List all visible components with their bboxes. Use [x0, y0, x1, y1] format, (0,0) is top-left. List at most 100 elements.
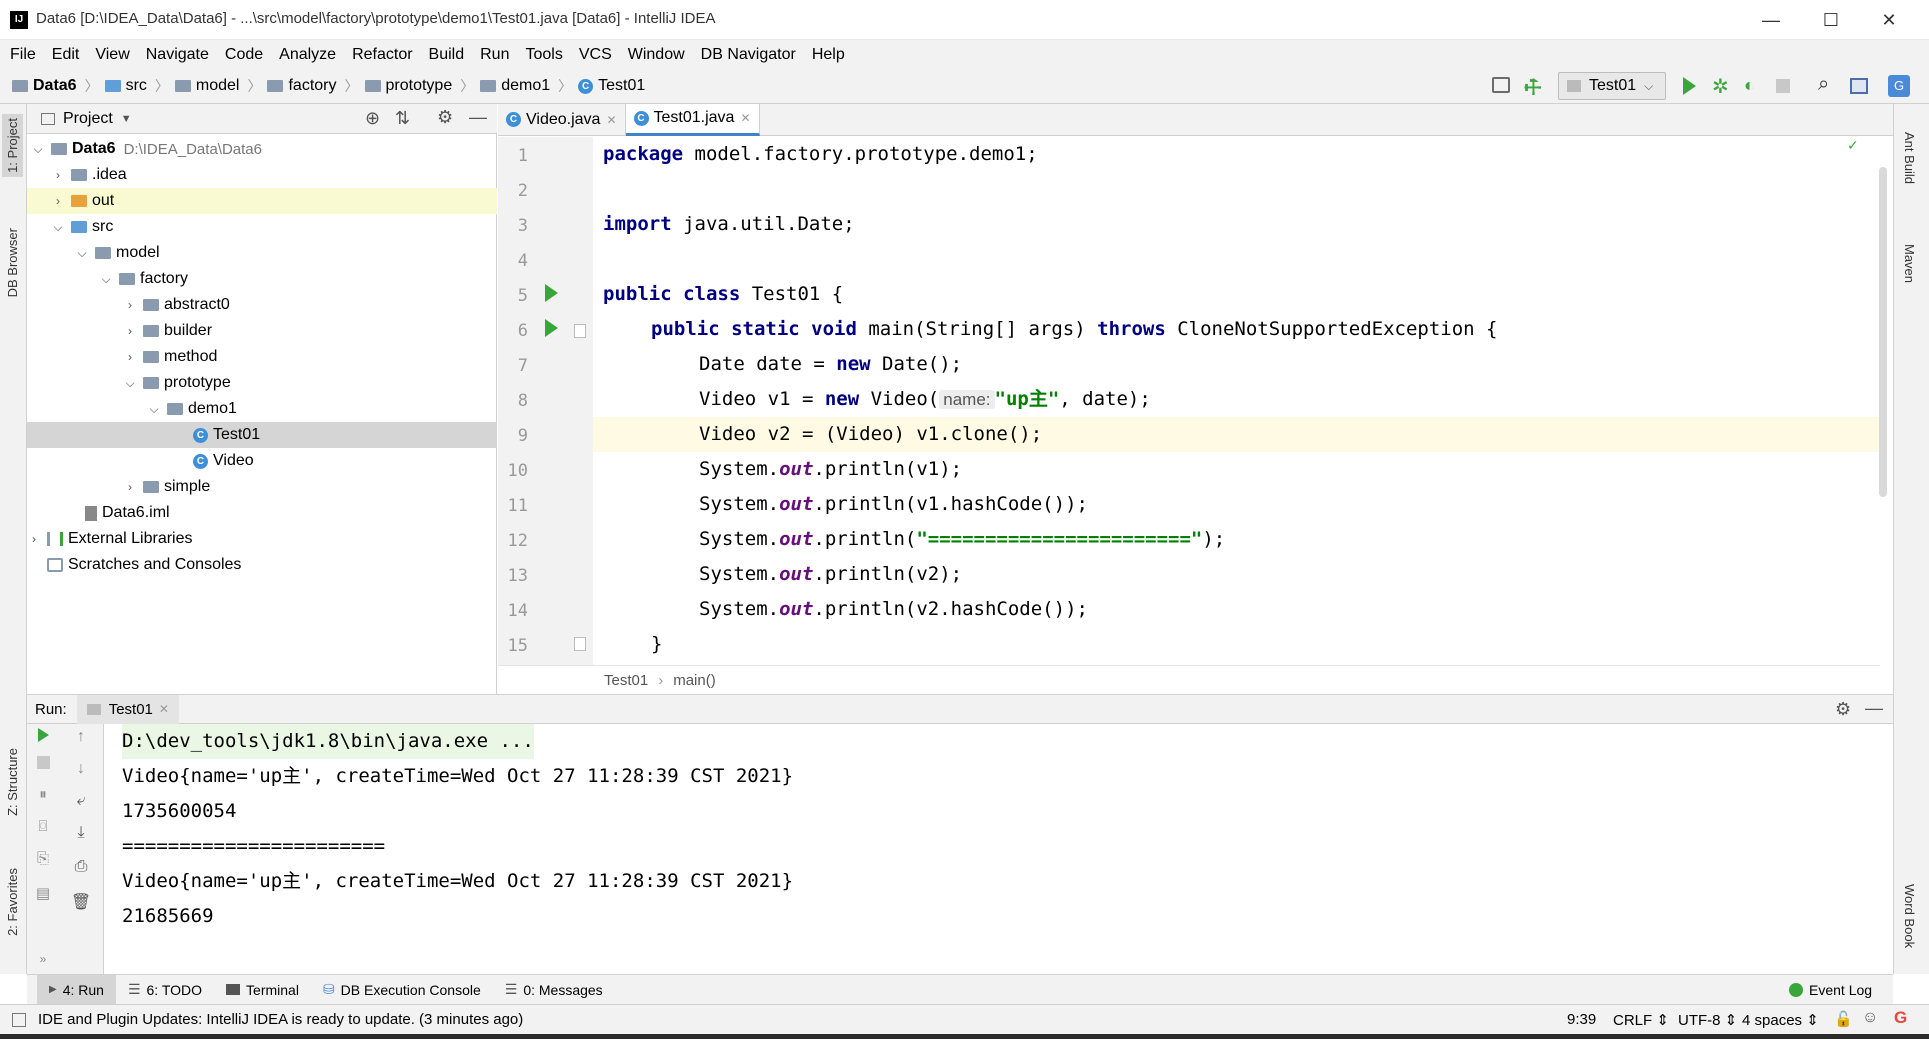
tree-item-abstract0[interactable]: › abstract0 — [27, 292, 497, 318]
close-icon[interactable]: ✕ — [740, 111, 750, 125]
chevron-right-icon[interactable]: › — [51, 168, 65, 182]
tree-item-out[interactable]: › out — [27, 188, 497, 214]
editor-scrollbar[interactable] — [1879, 167, 1887, 497]
tab-run[interactable]: ▶ 4: Run — [37, 974, 116, 1005]
file-encoding[interactable]: UTF-8 ⇕ — [1678, 1011, 1737, 1029]
tree-item-idea[interactable]: › .idea — [27, 162, 497, 188]
status-icon[interactable] — [12, 1012, 26, 1027]
layout-icon[interactable]: ▤ — [27, 884, 59, 902]
build-project-icon[interactable] — [1492, 77, 1510, 93]
tree-item-factory[interactable]: ⌵ factory — [27, 266, 497, 292]
camera-icon[interactable]: ⌼ — [27, 818, 59, 835]
chevron-down-icon[interactable]: ⌵ — [99, 272, 113, 287]
breadcrumb-demo1[interactable]: demo1 — [501, 77, 550, 95]
translate-icon[interactable]: G — [1888, 75, 1910, 97]
chevron-right-icon[interactable]: › — [123, 350, 137, 364]
restore-layout-icon[interactable]: ⎘ — [27, 850, 59, 867]
tree-item-data6-iml[interactable]: Data6.iml — [27, 500, 497, 526]
chevron-right-icon[interactable]: › — [123, 324, 137, 338]
maximize-button[interactable]: ☐ — [1808, 6, 1854, 34]
stop-icon[interactable] — [1776, 79, 1790, 93]
menu-analyze[interactable]: Analyze — [279, 46, 336, 64]
menu-help[interactable]: Help — [812, 46, 845, 64]
run-class-icon[interactable] — [545, 284, 558, 306]
console-output[interactable]: D:\dev_tools\jdk1.8\bin\java.exe ... Vid… — [104, 724, 1893, 974]
google-icon[interactable]: G — [1894, 1008, 1907, 1028]
breadcrumb-factory[interactable]: factory — [288, 77, 336, 95]
menu-view[interactable]: View — [95, 46, 129, 64]
menu-tools[interactable]: Tools — [525, 46, 562, 64]
tree-item-external-libraries[interactable]: › External Libraries — [27, 526, 497, 552]
close-icon[interactable]: ✕ — [159, 702, 169, 716]
locate-icon[interactable]: ⊕ — [365, 108, 380, 129]
menu-db-navigator[interactable]: DB Navigator — [701, 46, 796, 64]
chevron-down-icon[interactable]: ⌵ — [75, 246, 89, 261]
hide-panel-icon[interactable]: — — [1865, 698, 1883, 719]
event-log-button[interactable]: Event Log — [1777, 975, 1884, 1005]
hammer-icon[interactable]: ⚒ — [1518, 72, 1548, 102]
trash-icon[interactable]: 🗑 — [59, 892, 103, 912]
breadcrumb-data6[interactable]: Data6 — [33, 77, 77, 95]
close-icon[interactable]: ✕ — [606, 113, 616, 127]
fold-icon[interactable] — [574, 324, 586, 338]
tree-item-data6[interactable]: ⌵ Data6 D:\IDEA_Data\Data6 — [27, 136, 497, 162]
soft-wrap-icon[interactable]: ⤶ — [59, 792, 103, 810]
tab-todo[interactable]: ☰ 6: TODO — [116, 975, 214, 1005]
project-panel-title[interactable]: Project — [63, 110, 113, 128]
crumb-class[interactable]: Test01 — [604, 672, 648, 689]
tab-terminal[interactable]: Terminal — [214, 975, 311, 1005]
tree-item-demo1[interactable]: ⌵ demo1 — [27, 396, 497, 422]
chevron-down-icon[interactable]: ⌵ — [123, 376, 137, 391]
tree-item-prototype[interactable]: ⌵ prototype — [27, 370, 497, 396]
indent-setting[interactable]: 4 spaces ⇕ — [1742, 1011, 1819, 1029]
run-icon[interactable] — [1683, 77, 1696, 99]
menu-file[interactable]: File — [10, 46, 36, 64]
run-tab-test01[interactable]: Test01 ✕ — [76, 694, 179, 724]
tab-test01-java[interactable]: C Test01.java ✕ — [625, 103, 760, 136]
arrow-down-icon[interactable]: ↓ — [59, 760, 103, 778]
rerun-icon[interactable] — [37, 728, 49, 742]
close-button[interactable]: ✕ — [1866, 6, 1912, 34]
menu-run[interactable]: Run — [480, 46, 509, 64]
menu-code[interactable]: Code — [225, 46, 263, 64]
chevron-down-icon[interactable]: ⌵ — [51, 220, 65, 235]
tab-structure[interactable]: Z: Structure — [2, 744, 23, 820]
hide-panel-icon[interactable]: — — [469, 107, 487, 128]
code-editor[interactable]: package model.factory.prototype.demo1; i… — [593, 137, 1887, 665]
crumb-method[interactable]: main() — [673, 672, 716, 689]
caret-position[interactable]: 9:39 — [1567, 1011, 1596, 1028]
gear-icon[interactable]: ⚙ — [1835, 699, 1851, 720]
tree-item-simple[interactable]: › simple — [27, 474, 497, 500]
chevron-down-icon[interactable]: ⌵ — [31, 142, 45, 157]
stop-icon[interactable] — [27, 756, 59, 773]
line-separator[interactable]: CRLF ⇕ — [1613, 1011, 1669, 1029]
chevron-right-icon[interactable]: › — [51, 194, 65, 208]
chevron-right-icon[interactable]: › — [123, 298, 137, 312]
chevron-down-icon[interactable]: ⌵ — [147, 402, 161, 417]
scroll-to-end-icon[interactable]: ⤓ — [59, 824, 103, 842]
tree-item-scratches[interactable]: Scratches and Consoles — [27, 552, 497, 578]
tab-ant-build[interactable]: Ant Build — [1902, 132, 1917, 184]
tree-item-model[interactable]: ⌵ model — [27, 240, 497, 266]
fold-icon[interactable] — [574, 637, 586, 651]
chevron-down-icon[interactable]: ▼ — [121, 113, 132, 125]
tree-item-src[interactable]: ⌵ src — [27, 214, 497, 240]
breadcrumb-model[interactable]: model — [196, 77, 240, 95]
menu-edit[interactable]: Edit — [52, 46, 80, 64]
run-config-select[interactable]: Test01 ⌵ — [1558, 72, 1666, 100]
inspector-icon[interactable]: ☺ — [1862, 1009, 1878, 1027]
tab-word-book[interactable]: Word Book — [1902, 884, 1917, 948]
tab-db-execution-console[interactable]: ⛁ DB Execution Console — [311, 975, 493, 1005]
tab-db-browser[interactable]: DB Browser — [2, 224, 23, 301]
breadcrumb-src[interactable]: src — [126, 77, 147, 95]
more-icon[interactable]: » — [27, 952, 59, 966]
run-main-icon[interactable] — [545, 319, 558, 341]
tab-project[interactable]: 1: Project — [2, 114, 23, 177]
tab-messages[interactable]: ☰ 0: Messages — [493, 975, 615, 1005]
pause-icon[interactable]: ⏸ — [27, 786, 59, 803]
menu-window[interactable]: Window — [628, 46, 685, 64]
tree-item-method[interactable]: › method — [27, 344, 497, 370]
tab-video-java[interactable]: C Video.java ✕ — [498, 103, 626, 136]
tab-favorites[interactable]: 2: Favorites — [2, 864, 23, 940]
project-structure-icon[interactable] — [1850, 78, 1868, 94]
